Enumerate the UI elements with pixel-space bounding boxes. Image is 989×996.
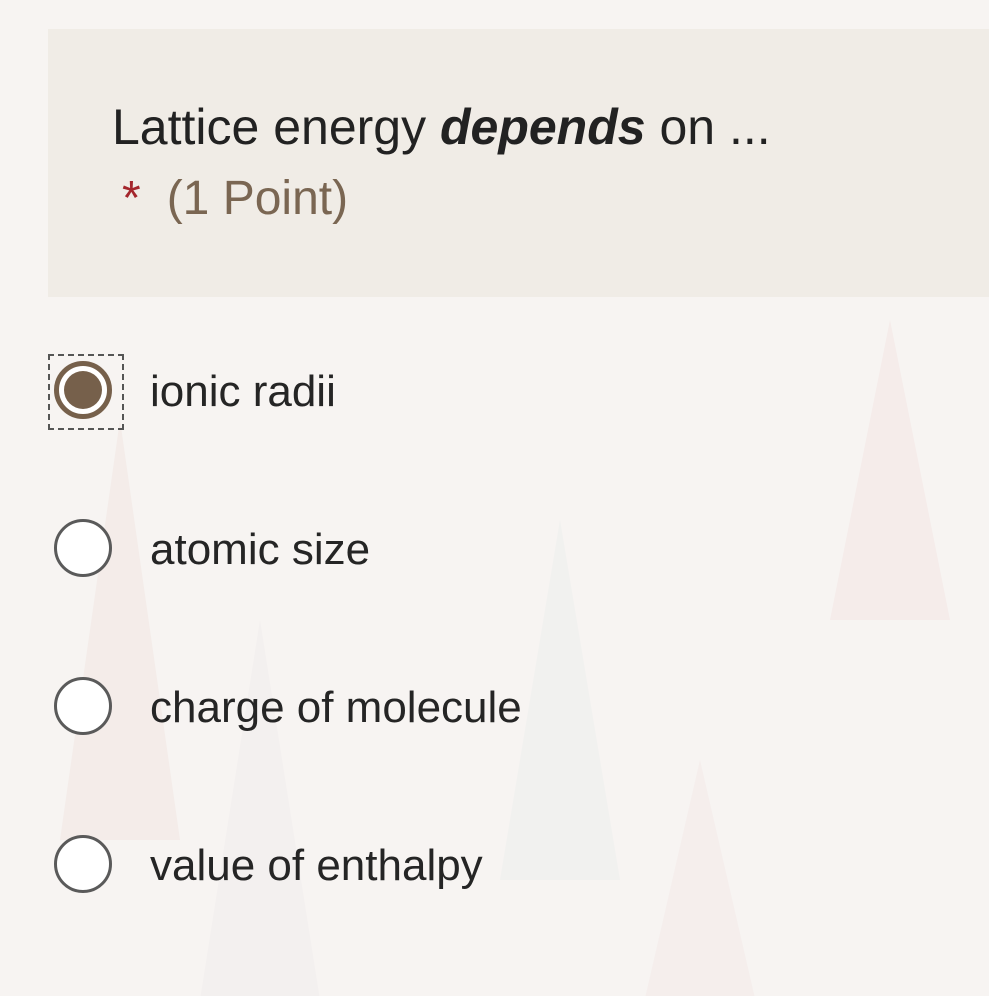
- radio-button[interactable]: [54, 677, 112, 735]
- background-tassel: [830, 320, 950, 620]
- question-title: Lattice energy depends on ...: [112, 97, 771, 157]
- radio-dot: [64, 371, 102, 409]
- option-label: atomic size: [150, 525, 371, 574]
- option-label: value of enthalpy: [150, 841, 483, 890]
- option-value-of-enthalpy[interactable]: value of enthalpy: [48, 828, 748, 904]
- option-label: ionic radii: [150, 367, 336, 416]
- question-header: Lattice energy depends on ... * (1 Point): [48, 29, 989, 297]
- option-ionic-radii[interactable]: ionic radii: [48, 354, 748, 430]
- option-atomic-size[interactable]: atomic size: [48, 512, 748, 588]
- required-marker: *: [122, 172, 141, 225]
- question-points: (1 Point): [166, 172, 349, 225]
- option-charge-of-molecule[interactable]: charge of molecule: [48, 670, 748, 746]
- radio-button[interactable]: [54, 835, 112, 893]
- radio-button-selected[interactable]: [54, 361, 112, 419]
- radio-button[interactable]: [54, 519, 112, 577]
- question-title-prefix: Lattice energy: [112, 99, 440, 155]
- option-label: charge of molecule: [150, 683, 522, 732]
- question-meta: * (1 Point): [122, 169, 348, 229]
- question-title-suffix: on ...: [645, 99, 771, 155]
- background-tassel: [60, 420, 180, 840]
- question-title-emphasis: depends: [439, 99, 646, 155]
